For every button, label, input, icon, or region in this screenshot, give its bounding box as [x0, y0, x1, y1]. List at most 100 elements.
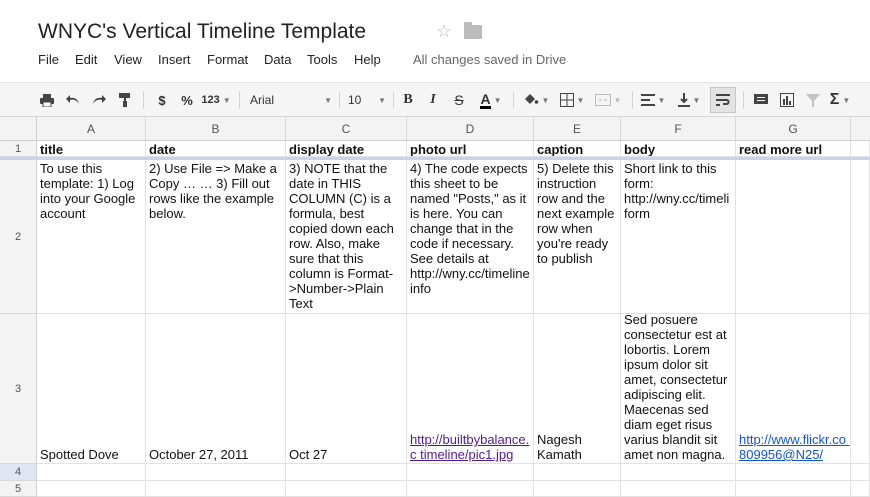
folder-icon[interactable] — [464, 22, 482, 39]
cell-f3[interactable]: Sed posuere consectetur est at lobortis.… — [621, 314, 736, 464]
chevron-down-icon: ▼ — [493, 95, 502, 105]
number-format-dropdown[interactable]: 123 ▼ — [200, 83, 232, 117]
toolbar: $ % 123 ▼ Arial ▼ 10 ▼ B I S A ▼ ▼ ▼ ▼ ▼ ▼ — [0, 82, 870, 117]
cell-a5[interactable] — [37, 481, 146, 497]
cell-f5[interactable] — [621, 481, 736, 497]
menu-help[interactable]: Help — [354, 52, 381, 67]
column-header-a[interactable]: A — [37, 117, 146, 141]
comment-icon — [754, 93, 768, 104]
column-header-f[interactable]: F — [621, 117, 736, 141]
cell-b3[interactable]: October 27, 2011 — [146, 314, 286, 464]
redo-button[interactable] — [88, 83, 110, 117]
row-header-4[interactable]: 4 — [0, 464, 37, 481]
merge-cells-button[interactable]: ▼ — [592, 83, 624, 117]
menu-file[interactable]: File — [38, 52, 59, 67]
column-header-g[interactable]: G — [736, 117, 851, 141]
cell-d4[interactable] — [407, 464, 534, 481]
insert-comment-button[interactable] — [750, 83, 772, 117]
filter-button[interactable] — [802, 83, 824, 117]
cell-a1[interactable]: title — [37, 141, 146, 157]
column-header-b[interactable]: B — [146, 117, 286, 141]
cell-c1[interactable]: display date — [286, 141, 407, 157]
read-more-url-link[interactable]: http://www.flickr.co 809956@N25/ — [739, 432, 847, 462]
text-color-button[interactable]: A ▼ — [474, 83, 508, 117]
wrap-text-button[interactable] — [710, 87, 736, 113]
cell-c3[interactable]: Oct 27 — [286, 314, 407, 464]
percent-format-button[interactable]: % — [177, 83, 197, 117]
cell-a3[interactable]: Spotted Dove — [37, 314, 146, 464]
menu-data[interactable]: Data — [264, 52, 291, 67]
font-family-dropdown[interactable]: Arial ▼ — [246, 83, 336, 117]
cell-b1[interactable]: date — [146, 141, 286, 157]
horizontal-align-button[interactable]: ▼ — [638, 83, 668, 117]
document-title[interactable]: WNYC's Vertical Timeline Template — [38, 20, 366, 44]
chevron-down-icon: ▼ — [324, 95, 332, 105]
borders-button[interactable]: ▼ — [556, 83, 588, 117]
font-size-label: 10 — [348, 93, 362, 107]
print-button[interactable] — [36, 83, 58, 117]
functions-button[interactable]: Σ ▼ — [826, 83, 854, 117]
column-header-e[interactable]: E — [534, 117, 621, 141]
column-header-c[interactable]: C — [286, 117, 407, 141]
cell-g1[interactable]: read more url — [736, 141, 851, 157]
cell-c4[interactable] — [286, 464, 407, 481]
menu-view[interactable]: View — [114, 52, 142, 67]
cell-e1[interactable]: caption — [534, 141, 621, 157]
cell-b2[interactable]: 2) Use File => Make a Copy … … 3) Fill o… — [146, 160, 286, 314]
cell-b5[interactable] — [146, 481, 286, 497]
cell-e3[interactable]: Nagesh Kamath — [534, 314, 621, 464]
cell-g2[interactable] — [736, 160, 851, 314]
filter-icon — [806, 93, 820, 107]
cell-c3-text: Oct 27 — [289, 447, 328, 462]
cell-h5[interactable] — [851, 481, 870, 497]
cell-e5[interactable] — [534, 481, 621, 497]
cell-a2[interactable]: To use this template: 1) Log into your G… — [37, 160, 146, 314]
cell-f4[interactable] — [621, 464, 736, 481]
cell-h4[interactable] — [851, 464, 870, 481]
select-all-corner[interactable] — [0, 117, 37, 141]
cell-f1[interactable]: body — [621, 141, 736, 157]
cell-e2[interactable]: 5) Delete this instruction row and the n… — [534, 160, 621, 314]
bold-button[interactable]: B — [398, 83, 418, 117]
vertical-align-button[interactable]: ▼ — [674, 83, 704, 117]
font-size-dropdown[interactable]: 10 ▼ — [344, 83, 390, 117]
photo-url-link[interactable]: http://builtbybalance.c timeline/pic1.jp… — [410, 432, 530, 462]
cell-g4[interactable] — [736, 464, 851, 481]
cell-d1[interactable]: photo url — [407, 141, 534, 157]
insert-chart-button[interactable] — [776, 83, 798, 117]
cell-g5[interactable] — [736, 481, 851, 497]
row-header-2[interactable]: 2 — [0, 160, 37, 314]
cell-e4[interactable] — [534, 464, 621, 481]
italic-button[interactable]: I — [423, 83, 443, 117]
cell-d3[interactable]: http://builtbybalance.c timeline/pic1.jp… — [407, 314, 534, 464]
borders-icon — [559, 93, 574, 107]
cell-f2[interactable]: Short link to this form: http://wny.cc/t… — [621, 160, 736, 314]
row-header-1[interactable]: 1 — [0, 141, 37, 157]
menu-insert[interactable]: Insert — [158, 52, 191, 67]
cell-h2[interactable] — [851, 160, 870, 314]
cell-b4[interactable] — [146, 464, 286, 481]
wrap-text-icon — [716, 94, 730, 106]
cell-a4[interactable] — [37, 464, 146, 481]
chevron-down-icon: ▼ — [222, 95, 231, 105]
row-header-3[interactable]: 3 — [0, 314, 37, 464]
star-icon[interactable]: ☆ — [436, 21, 452, 42]
currency-format-button[interactable]: $ — [152, 83, 172, 117]
cell-h1[interactable] — [851, 141, 870, 157]
cell-d2[interactable]: 4) The code expects this sheet to be nam… — [407, 160, 534, 314]
fill-color-button[interactable]: ▼ — [520, 83, 552, 117]
row-header-5[interactable]: 5 — [0, 481, 37, 497]
column-header-d[interactable]: D — [407, 117, 534, 141]
cell-g3[interactable]: http://www.flickr.co 809956@N25/ — [736, 314, 851, 464]
cell-c5[interactable] — [286, 481, 407, 497]
undo-button[interactable] — [62, 83, 84, 117]
column-header-h[interactable] — [851, 117, 870, 141]
strikethrough-button[interactable]: S — [449, 83, 469, 117]
cell-h3[interactable] — [851, 314, 870, 464]
menu-format[interactable]: Format — [207, 52, 248, 67]
menu-tools[interactable]: Tools — [307, 52, 337, 67]
cell-c2[interactable]: 3) NOTE that the date in THIS COLUMN (C)… — [286, 160, 407, 314]
cell-d5[interactable] — [407, 481, 534, 497]
menu-edit[interactable]: Edit — [75, 52, 97, 67]
paint-format-button[interactable] — [114, 83, 136, 117]
